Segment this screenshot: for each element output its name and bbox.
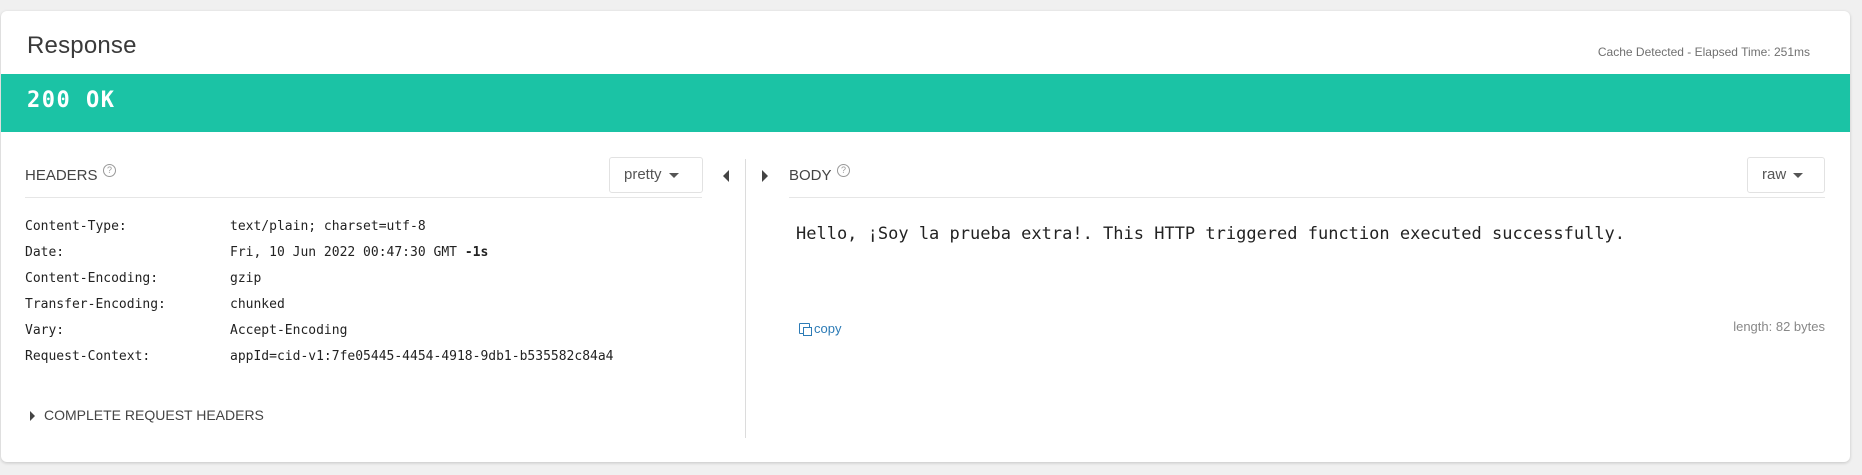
header-row: Content-Type: text/plain; charset=utf-8 — [25, 214, 614, 240]
body-section: BODY ? raw Hello, ¡Soy la prueba extra!.… — [789, 147, 1825, 336]
header-row: Date: Fri, 10 Jun 2022 00:47:30 GMT -1s — [25, 240, 614, 266]
header-value-text: Fri, 10 Jun 2022 00:47:30 GMT — [230, 245, 465, 260]
status-bar: 200 OK — [1, 74, 1850, 132]
header-value-offset: -1s — [464, 245, 489, 260]
collapse-right-icon[interactable] — [762, 170, 768, 182]
headers-format-dropdown[interactable]: pretty — [609, 157, 703, 193]
header-row: Vary: Accept-Encoding — [25, 318, 614, 344]
header-key: Content-Encoding: — [25, 271, 159, 286]
header-key: Request-Context: — [25, 349, 151, 364]
headers-label: HEADERS — [25, 167, 98, 184]
body-label: BODY — [789, 167, 832, 184]
headers-section-header: HEADERS ? pretty — [25, 147, 703, 198]
header-value-text: Accept-Encoding — [230, 323, 348, 338]
header-value: gzip — [230, 271, 261, 286]
body-length: length: 82 bytes — [1733, 319, 1825, 334]
header-value: Accept-Encoding — [230, 323, 347, 338]
response-body-content[interactable]: Hello, ¡Soy la prueba extra!. This HTTP … — [796, 224, 1625, 244]
collapse-left-icon[interactable] — [723, 170, 729, 182]
header-value-text: chunked — [230, 297, 285, 312]
headers-format-value: pretty — [624, 166, 662, 183]
question-circle-icon[interactable]: ? — [103, 164, 116, 177]
column-divider[interactable] — [745, 159, 746, 438]
header-row: Request-Context: appId=cid-v1:7fe05445-44… — [25, 344, 614, 370]
header-row: Transfer-Encoding: chunked — [25, 292, 614, 318]
body-format-value: raw — [1762, 166, 1787, 183]
response-title: Response — [27, 32, 137, 59]
complete-request-headers-toggle[interactable]: COMPLETE REQUEST HEADERS — [30, 407, 264, 423]
header-key: Vary: — [25, 323, 65, 338]
header-key: Date: — [25, 245, 65, 260]
headers-section: HEADERS ? pretty Content-Type: text/plain… — [25, 147, 703, 423]
header-value-text: gzip — [230, 271, 262, 286]
header-key: Transfer-Encoding: — [25, 297, 166, 312]
header-value-text: appId=cid-v1:7fe05445-4454-4918-9db1-b53… — [230, 349, 614, 364]
header-value: Fri, 10 Jun 2022 00:47:30 GMT -1s — [230, 245, 488, 260]
copy-button[interactable]: copy — [799, 321, 841, 336]
header-value: appId=cid-v1:7fe05445-4454-4918-9db1-b53… — [230, 349, 614, 364]
body-format-dropdown[interactable]: raw — [1747, 157, 1825, 193]
copy-icon — [799, 323, 812, 336]
header-value-text: text/plain; charset=utf-8 — [230, 219, 426, 234]
header-row: Content-Encoding: gzip — [25, 266, 614, 292]
caret-right-icon — [30, 411, 35, 422]
question-circle-icon[interactable]: ? — [837, 164, 850, 177]
header-value: chunked — [230, 297, 285, 312]
cache-elapsed-time: Cache Detected - Elapsed Time: 251ms — [1597, 45, 1810, 59]
body-section-header: BODY ? raw — [789, 147, 1825, 198]
header-value: text/plain; charset=utf-8 — [230, 219, 426, 234]
header-key: Content-Type: — [25, 219, 127, 234]
copy-label: copy — [814, 321, 842, 336]
complete-request-headers-label: COMPLETE REQUEST HEADERS — [44, 407, 264, 423]
headers-table: Content-Type: text/plain; charset=utf-8 Da… — [25, 214, 614, 370]
chevron-down-icon — [668, 172, 679, 178]
status-code: 200 OK — [27, 88, 116, 113]
chevron-down-icon — [1793, 172, 1804, 178]
